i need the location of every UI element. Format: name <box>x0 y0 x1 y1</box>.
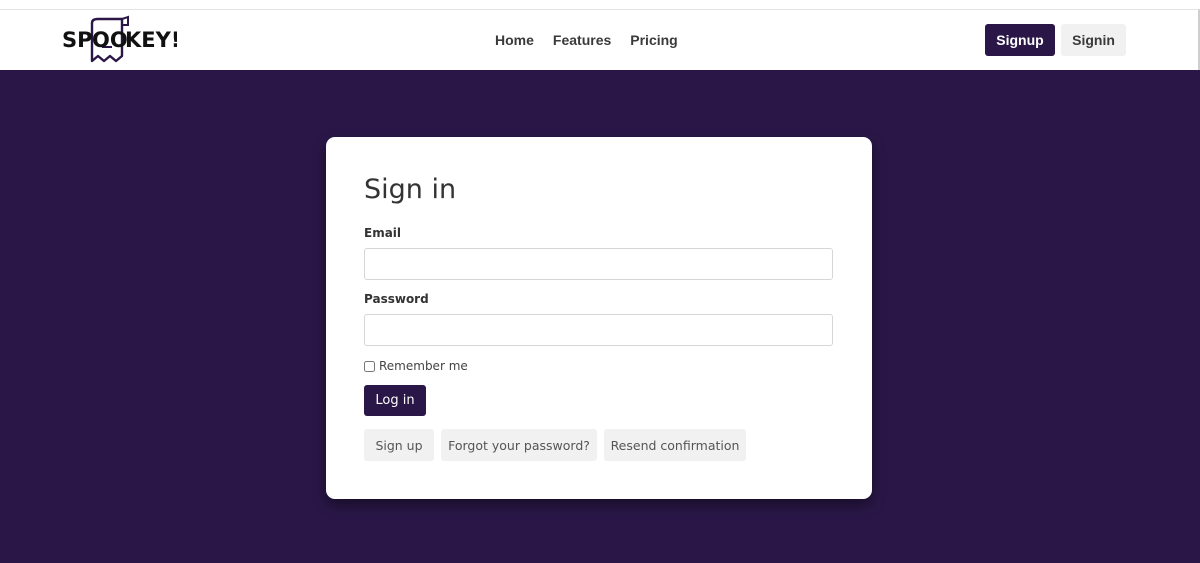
page-title: Sign in <box>364 174 457 205</box>
ghost-logo-icon: SP OO KEY! <box>62 15 177 63</box>
forgot-password-button[interactable]: Forgot your password? <box>441 429 597 461</box>
password-field[interactable] <box>364 314 833 346</box>
signup-link-button[interactable]: Sign up <box>364 429 434 461</box>
signin-card: Sign in Email Password Remember me Log i… <box>326 137 872 499</box>
login-button[interactable]: Log in <box>364 385 426 416</box>
svg-text:OO: OO <box>92 28 128 52</box>
remember-me-label: Remember me <box>379 359 468 373</box>
signup-button[interactable]: Signup <box>985 24 1055 56</box>
remember-me[interactable]: Remember me <box>364 359 468 373</box>
email-field[interactable] <box>364 248 833 280</box>
brand-logo[interactable]: SP OO KEY! <box>62 15 177 67</box>
svg-text:KEY!: KEY! <box>125 28 177 52</box>
signin-button[interactable]: Signin <box>1061 24 1126 56</box>
remember-me-checkbox[interactable] <box>364 360 375 372</box>
password-label: Password <box>364 292 429 306</box>
nav-link-pricing[interactable]: Pricing <box>630 32 677 48</box>
nav-link-home[interactable]: Home <box>495 32 534 48</box>
main-nav: Home Features Pricing <box>495 10 697 70</box>
resend-confirmation-button[interactable]: Resend confirmation <box>604 429 746 461</box>
navbar: SP OO KEY! Home Features Pricing Signup … <box>0 9 1200 70</box>
nav-link-features[interactable]: Features <box>553 32 611 48</box>
email-label: Email <box>364 226 402 240</box>
window-top-strip <box>0 0 1200 9</box>
svg-text:SP: SP <box>62 28 93 52</box>
